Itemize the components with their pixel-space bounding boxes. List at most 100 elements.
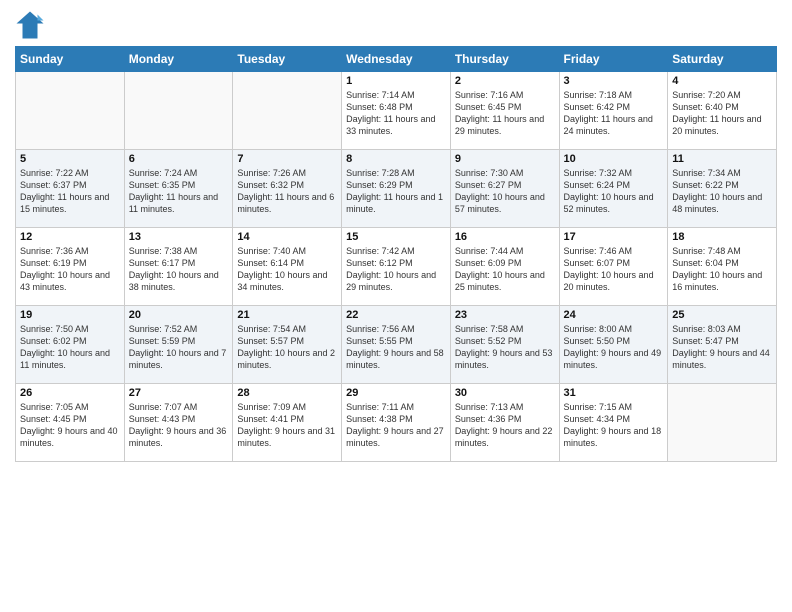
day-info: Sunrise: 7:58 AM Sunset: 5:52 PM Dayligh… (455, 323, 555, 372)
calendar-cell: 10 Sunrise: 7:32 AM Sunset: 6:24 PM Dayli… (559, 150, 668, 228)
calendar-cell: 4 Sunrise: 7:20 AM Sunset: 6:40 PM Daylig… (668, 72, 777, 150)
day-number: 5 (20, 153, 120, 165)
calendar-cell: 7 Sunrise: 7:26 AM Sunset: 6:32 PM Daylig… (233, 150, 342, 228)
day-info: Sunrise: 7:56 AM Sunset: 5:55 PM Dayligh… (346, 323, 446, 372)
day-info: Sunrise: 7:22 AM Sunset: 6:37 PM Dayligh… (20, 167, 120, 216)
calendar-cell (124, 72, 233, 150)
calendar-cell: 1 Sunrise: 7:14 AM Sunset: 6:48 PM Daylig… (342, 72, 451, 150)
calendar-cell: 16Sunrise: 7:44 AM Sunset: 6:09 PM Dayli… (450, 228, 559, 306)
header (15, 10, 777, 40)
day-info: Sunrise: 7:30 AM Sunset: 6:27 PM Dayligh… (455, 167, 555, 216)
calendar-cell: 26Sunrise: 7:05 AM Sunset: 4:45 PM Dayli… (16, 384, 125, 462)
weekday-header-tuesday: Tuesday (233, 47, 342, 72)
calendar-cell: 18 Sunrise: 7:48 AM Sunset: 6:04 PM Dayli… (668, 228, 777, 306)
day-info: Sunrise: 7:46 AM Sunset: 6:07 PM Dayligh… (564, 245, 664, 294)
weekday-header-thursday: Thursday (450, 47, 559, 72)
day-info: Sunrise: 7:32 AM Sunset: 6:24 PM Dayligh… (564, 167, 664, 216)
calendar-cell: 5 Sunrise: 7:22 AM Sunset: 6:37 PM Daylig… (16, 150, 125, 228)
day-info: Sunrise: 7:42 AM Sunset: 6:12 PM Dayligh… (346, 245, 446, 294)
day-number: 2 (455, 75, 555, 87)
calendar-cell: 24 Sunrise: 8:00 AM Sunset: 5:50 PM Dayli… (559, 306, 668, 384)
calendar-cell: 13Sunrise: 7:38 AM Sunset: 6:17 PM Dayli… (124, 228, 233, 306)
page: SundayMondayTuesdayWednesdayThursdayFrid… (0, 0, 792, 612)
day-info: Sunrise: 7:44 AM Sunset: 6:09 PM Dayligh… (455, 245, 555, 294)
day-number: 27 (129, 387, 229, 399)
logo-icon (15, 10, 45, 40)
weekday-header-sunday: Sunday (16, 47, 125, 72)
calendar-cell: 17 Sunrise: 7:46 AM Sunset: 6:07 PM Dayli… (559, 228, 668, 306)
day-number: 28 (237, 387, 337, 399)
calendar-cell (233, 72, 342, 150)
calendar-cell: 28 Sunrise: 7:09 AM Sunset: 4:41 PM Dayli… (233, 384, 342, 462)
day-number: 9 (455, 153, 555, 165)
day-number: 1 (346, 75, 446, 87)
calendar-cell: 30 Sunrise: 7:13 AM Sunset: 4:36 PM Dayli… (450, 384, 559, 462)
week-row-1: 1 Sunrise: 7:14 AM Sunset: 6:48 PM Daylig… (16, 72, 777, 150)
day-info: Sunrise: 7:40 AM Sunset: 6:14 PM Dayligh… (237, 245, 337, 294)
day-info: Sunrise: 7:05 AM Sunset: 4:45 PM Dayligh… (20, 401, 120, 450)
day-info: Sunrise: 7:28 AM Sunset: 6:29 PM Dayligh… (346, 167, 446, 216)
day-number: 31 (564, 387, 664, 399)
day-info: Sunrise: 7:13 AM Sunset: 4:36 PM Dayligh… (455, 401, 555, 450)
day-number: 24 (564, 309, 664, 321)
calendar-cell (668, 384, 777, 462)
day-number: 22 (346, 309, 446, 321)
week-row-2: 5 Sunrise: 7:22 AM Sunset: 6:37 PM Daylig… (16, 150, 777, 228)
day-number: 12 (20, 231, 120, 243)
day-info: Sunrise: 8:03 AM Sunset: 5:47 PM Dayligh… (672, 323, 772, 372)
day-number: 19 (20, 309, 120, 321)
day-number: 3 (564, 75, 664, 87)
day-number: 10 (564, 153, 664, 165)
day-number: 29 (346, 387, 446, 399)
weekday-header-saturday: Saturday (668, 47, 777, 72)
day-info: Sunrise: 7:52 AM Sunset: 5:59 PM Dayligh… (129, 323, 229, 372)
weekday-header-monday: Monday (124, 47, 233, 72)
day-number: 30 (455, 387, 555, 399)
day-number: 7 (237, 153, 337, 165)
day-info: Sunrise: 7:54 AM Sunset: 5:57 PM Dayligh… (237, 323, 337, 372)
day-info: Sunrise: 7:14 AM Sunset: 6:48 PM Dayligh… (346, 89, 446, 138)
weekday-header-wednesday: Wednesday (342, 47, 451, 72)
day-number: 25 (672, 309, 772, 321)
logo (15, 10, 49, 40)
day-number: 23 (455, 309, 555, 321)
day-info: Sunrise: 7:24 AM Sunset: 6:35 PM Dayligh… (129, 167, 229, 216)
day-number: 21 (237, 309, 337, 321)
day-number: 11 (672, 153, 772, 165)
calendar-cell: 2 Sunrise: 7:16 AM Sunset: 6:45 PM Daylig… (450, 72, 559, 150)
calendar-cell: 8 Sunrise: 7:28 AM Sunset: 6:29 PM Daylig… (342, 150, 451, 228)
day-number: 6 (129, 153, 229, 165)
week-row-4: 19 Sunrise: 7:50 AM Sunset: 6:02 PM Dayli… (16, 306, 777, 384)
day-number: 20 (129, 309, 229, 321)
day-info: Sunrise: 7:11 AM Sunset: 4:38 PM Dayligh… (346, 401, 446, 450)
calendar-cell: 20 Sunrise: 7:52 AM Sunset: 5:59 PM Dayli… (124, 306, 233, 384)
day-info: Sunrise: 7:09 AM Sunset: 4:41 PM Dayligh… (237, 401, 337, 450)
day-info: Sunrise: 7:38 AM Sunset: 6:17 PM Dayligh… (129, 245, 229, 294)
calendar-cell: 6 Sunrise: 7:24 AM Sunset: 6:35 PM Daylig… (124, 150, 233, 228)
day-info: Sunrise: 7:20 AM Sunset: 6:40 PM Dayligh… (672, 89, 772, 138)
calendar-cell: 31 Sunrise: 7:15 AM Sunset: 4:34 PM Dayli… (559, 384, 668, 462)
day-info: Sunrise: 7:15 AM Sunset: 4:34 PM Dayligh… (564, 401, 664, 450)
day-info: Sunrise: 7:48 AM Sunset: 6:04 PM Dayligh… (672, 245, 772, 294)
calendar-cell (16, 72, 125, 150)
day-info: Sunrise: 7:16 AM Sunset: 6:45 PM Dayligh… (455, 89, 555, 138)
calendar-cell: 29 Sunrise: 7:11 AM Sunset: 4:38 PM Dayli… (342, 384, 451, 462)
day-info: Sunrise: 7:07 AM Sunset: 4:43 PM Dayligh… (129, 401, 229, 450)
week-row-5: 26Sunrise: 7:05 AM Sunset: 4:45 PM Dayli… (16, 384, 777, 462)
day-number: 8 (346, 153, 446, 165)
calendar-cell: 14Sunrise: 7:40 AM Sunset: 6:14 PM Dayli… (233, 228, 342, 306)
calendar-cell: 21 Sunrise: 7:54 AM Sunset: 5:57 PM Dayli… (233, 306, 342, 384)
day-info: Sunrise: 7:26 AM Sunset: 6:32 PM Dayligh… (237, 167, 337, 216)
calendar-cell: 9 Sunrise: 7:30 AM Sunset: 6:27 PM Daylig… (450, 150, 559, 228)
calendar-cell: 27 Sunrise: 7:07 AM Sunset: 4:43 PM Dayli… (124, 384, 233, 462)
day-info: Sunrise: 8:00 AM Sunset: 5:50 PM Dayligh… (564, 323, 664, 372)
calendar-cell: 22 Sunrise: 7:56 AM Sunset: 5:55 PM Dayli… (342, 306, 451, 384)
day-number: 17 (564, 231, 664, 243)
day-number: 18 (672, 231, 772, 243)
calendar-cell: 19 Sunrise: 7:50 AM Sunset: 6:02 PM Dayli… (16, 306, 125, 384)
calendar-cell: 25 Sunrise: 8:03 AM Sunset: 5:47 PM Dayli… (668, 306, 777, 384)
calendar-cell: 3Sunrise: 7:18 AM Sunset: 6:42 PM Daylig… (559, 72, 668, 150)
weekday-header-friday: Friday (559, 47, 668, 72)
day-info: Sunrise: 7:50 AM Sunset: 6:02 PM Dayligh… (20, 323, 120, 372)
day-number: 4 (672, 75, 772, 87)
